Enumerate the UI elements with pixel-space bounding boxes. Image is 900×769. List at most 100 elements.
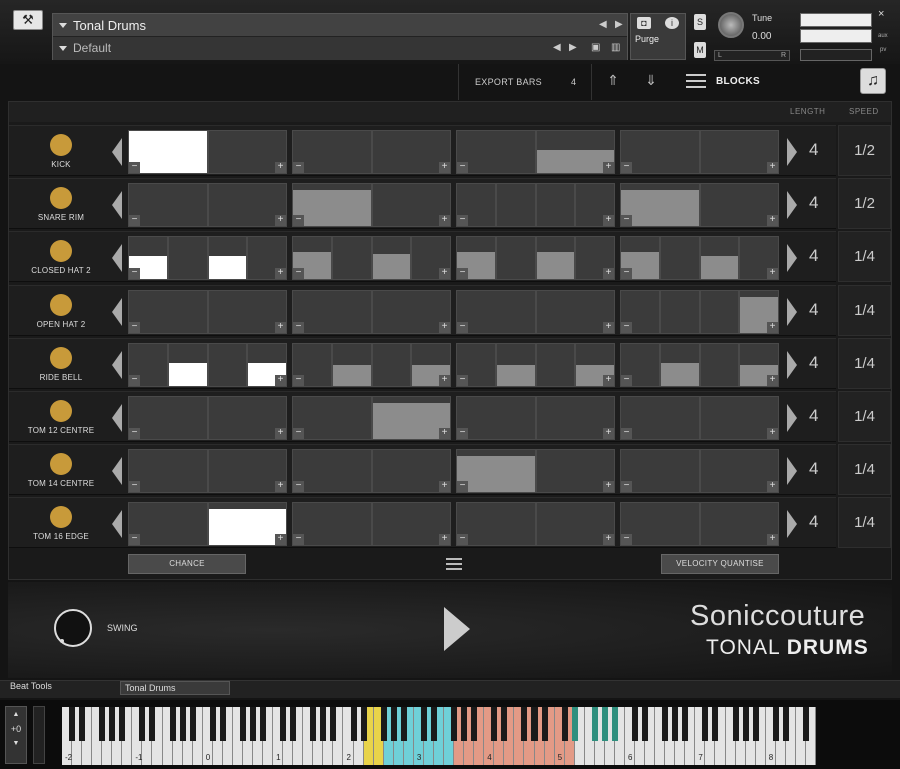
menu-icon[interactable] — [686, 74, 706, 90]
shift-left-icon[interactable] — [112, 244, 122, 272]
next-instrument-icon[interactable]: ▶ — [615, 19, 623, 30]
minus-icon[interactable]: − — [621, 534, 632, 545]
octave-shift[interactable]: ▲ +0 ▼ — [5, 706, 27, 764]
prev-instrument-icon[interactable]: ◀ — [599, 19, 607, 30]
step-cell[interactable] — [699, 343, 740, 387]
black-key[interactable] — [79, 707, 86, 741]
solo-button[interactable]: S — [694, 14, 706, 30]
plus-icon[interactable]: + — [439, 215, 450, 226]
minus-icon[interactable]: − — [293, 375, 304, 386]
plus-icon[interactable]: + — [275, 534, 286, 545]
plus-icon[interactable]: + — [439, 268, 450, 279]
black-key[interactable] — [752, 707, 759, 741]
shift-left-icon[interactable] — [112, 457, 122, 485]
prev-preset-icon[interactable]: ◀ — [553, 42, 561, 53]
minus-icon[interactable]: − — [457, 481, 468, 492]
black-key[interactable] — [249, 707, 257, 741]
minus-icon[interactable]: − — [457, 162, 468, 173]
plus-icon[interactable]: + — [439, 428, 450, 439]
upload-icon[interactable]: ⇑ — [604, 72, 622, 90]
track-length[interactable]: 4 — [809, 246, 818, 266]
black-key[interactable] — [672, 707, 679, 741]
track-length[interactable]: 4 — [809, 459, 818, 479]
track-speed[interactable]: 1/2 — [838, 178, 891, 229]
minus-icon[interactable]: − — [293, 215, 304, 226]
step-cell[interactable] — [207, 343, 248, 387]
minus-icon[interactable]: − — [457, 375, 468, 386]
black-key[interactable] — [611, 707, 618, 741]
plus-icon[interactable]: + — [767, 322, 778, 333]
minus-icon[interactable]: − — [129, 375, 140, 386]
minus-icon[interactable]: − — [621, 215, 632, 226]
export-bars-value[interactable]: 4 — [571, 77, 576, 87]
minus-icon[interactable]: − — [129, 268, 140, 279]
black-key[interactable] — [169, 707, 176, 741]
track-speed[interactable]: 1/4 — [838, 285, 891, 336]
step-cell[interactable] — [331, 236, 372, 280]
shift-right-icon[interactable] — [787, 138, 797, 166]
shift-left-icon[interactable] — [112, 351, 122, 379]
step-cell[interactable] — [371, 343, 412, 387]
tab-beat-tools[interactable]: Beat Tools — [10, 681, 52, 691]
minus-icon[interactable]: − — [129, 322, 140, 333]
track-trigger-button[interactable] — [50, 240, 72, 262]
info-icon[interactable]: i — [665, 17, 679, 29]
black-key[interactable] — [471, 707, 478, 741]
plus-icon[interactable]: + — [439, 162, 450, 173]
minus-icon[interactable]: − — [621, 481, 632, 492]
plus-icon[interactable]: + — [603, 268, 614, 279]
shift-left-icon[interactable] — [112, 298, 122, 326]
black-key[interactable] — [541, 707, 548, 741]
black-key[interactable] — [260, 707, 267, 741]
plus-icon[interactable]: + — [603, 322, 614, 333]
minus-icon[interactable]: − — [293, 428, 304, 439]
plus-icon[interactable]: + — [767, 428, 778, 439]
plus-icon[interactable]: + — [439, 481, 450, 492]
preset-name[interactable]: Default — [73, 41, 111, 55]
plus-icon[interactable]: + — [767, 534, 778, 545]
aux-label[interactable]: aux — [878, 33, 888, 39]
step-cell[interactable] — [495, 236, 536, 280]
minus-icon[interactable]: − — [293, 481, 304, 492]
black-key[interactable] — [139, 707, 146, 741]
plus-icon[interactable]: + — [767, 481, 778, 492]
minus-icon[interactable]: − — [621, 428, 632, 439]
minus-icon[interactable]: − — [129, 162, 140, 173]
track-trigger-button[interactable] — [50, 294, 72, 316]
black-key[interactable] — [782, 707, 789, 741]
track-length[interactable]: 4 — [809, 406, 818, 426]
tab-tonal-drums[interactable]: Tonal Drums — [120, 681, 230, 695]
step-cell[interactable] — [659, 290, 700, 334]
step-cell[interactable] — [535, 236, 576, 280]
minus-icon[interactable]: − — [621, 322, 632, 333]
black-key[interactable] — [420, 707, 427, 741]
minus-icon[interactable]: − — [621, 268, 632, 279]
black-key[interactable] — [380, 707, 387, 741]
shift-right-icon[interactable] — [787, 298, 797, 326]
track-trigger-button[interactable] — [50, 347, 72, 369]
black-key[interactable] — [239, 707, 246, 741]
step-cell[interactable] — [331, 343, 372, 387]
track-length[interactable]: 4 — [809, 512, 818, 532]
track-length[interactable]: 4 — [809, 353, 818, 373]
black-key[interactable] — [109, 707, 116, 741]
plus-icon[interactable]: + — [439, 322, 450, 333]
black-key[interactable] — [561, 707, 568, 741]
plus-icon[interactable]: + — [603, 534, 614, 545]
shift-right-icon[interactable] — [787, 244, 797, 272]
minus-icon[interactable]: − — [621, 375, 632, 386]
step-cell[interactable] — [371, 236, 412, 280]
plus-icon[interactable]: + — [767, 215, 778, 226]
plus-icon[interactable]: + — [603, 428, 614, 439]
mute-button[interactable]: M — [694, 42, 706, 58]
plus-icon[interactable]: + — [767, 375, 778, 386]
black-key[interactable] — [179, 707, 186, 741]
black-key[interactable] — [390, 707, 397, 741]
velocity-quantise-button[interactable]: VELOCITY QUANTISE — [661, 554, 779, 574]
black-key[interactable] — [642, 707, 649, 741]
swing-knob[interactable] — [54, 609, 92, 647]
plus-icon[interactable]: + — [275, 215, 286, 226]
plus-icon[interactable]: + — [603, 481, 614, 492]
minus-icon[interactable]: − — [129, 534, 140, 545]
close-icon[interactable]: × — [878, 8, 884, 20]
